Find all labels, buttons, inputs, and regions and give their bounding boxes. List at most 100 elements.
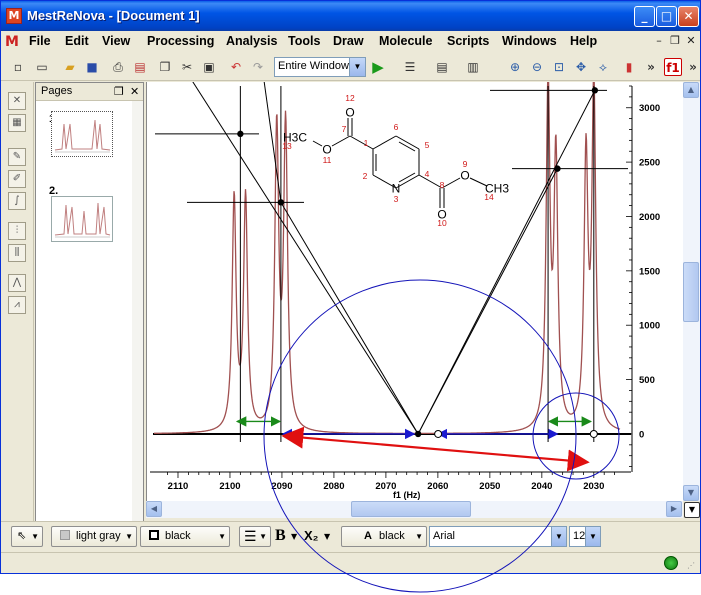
- spectrum-icon[interactable]: ▮: [620, 58, 638, 76]
- export-pdf-icon[interactable]: ▤: [131, 58, 149, 76]
- line-color-dropdown[interactable]: black ▼: [140, 526, 230, 547]
- molecule-atom-number: 3: [394, 194, 399, 204]
- chevron-down-icon[interactable]: ▼: [291, 532, 297, 541]
- x-tick-label: 2030: [583, 481, 604, 492]
- y-tick-label: 1000: [639, 321, 660, 332]
- chevron-down-icon: ▼: [551, 527, 566, 546]
- table-tool-icon[interactable]: ▦: [8, 114, 26, 132]
- save-icon[interactable]: ■: [83, 58, 101, 76]
- fit-tool-icon[interactable]: ⋀: [8, 274, 26, 292]
- f1-axis-button[interactable]: f1: [664, 58, 682, 76]
- play-icon[interactable]: ▶: [369, 58, 387, 76]
- scroll-corner-menu-icon[interactable]: ▼: [684, 502, 700, 518]
- fill-color-dropdown[interactable]: light gray ▼: [51, 526, 137, 547]
- menu-tools[interactable]: Tools: [288, 34, 320, 48]
- vertical-scroll-thumb[interactable]: [683, 262, 699, 322]
- zoom-in-icon[interactable]: ⊕: [506, 58, 524, 76]
- edit-tool-icon[interactable]: ✐: [8, 170, 26, 188]
- pages-close-button[interactable]: ✕: [130, 85, 139, 98]
- toolbar-overflow-icon[interactable]: »: [642, 58, 660, 76]
- mdi-restore-button[interactable]: ❐: [668, 33, 682, 49]
- stack-tool-icon[interactable]: ⩘: [8, 296, 26, 314]
- page-thumbnail-1[interactable]: [51, 111, 113, 157]
- chevron-down-icon: ▼: [585, 527, 600, 546]
- scroll-left-icon[interactable]: ◀: [146, 501, 162, 517]
- multiplet-tool-icon[interactable]: ⫶: [8, 222, 26, 240]
- distribute-icon[interactable]: ▥: [464, 58, 482, 76]
- menu-edit[interactable]: Edit: [65, 34, 89, 48]
- menu-scripts[interactable]: Scripts: [447, 34, 489, 48]
- bold-button[interactable]: B: [275, 527, 286, 545]
- list-options-icon[interactable]: ☰: [401, 58, 419, 76]
- document-horizontal-scrollbar[interactable]: ◀ ▶: [146, 501, 683, 518]
- new-page-icon[interactable]: ▭: [33, 58, 51, 76]
- pages-panel-header: Pages ❐ ✕: [36, 83, 143, 101]
- cut-icon[interactable]: ✂: [178, 58, 196, 76]
- pages-float-button[interactable]: ❐: [114, 85, 124, 98]
- maximize-button[interactable]: □: [656, 6, 677, 27]
- menu-view[interactable]: View: [102, 34, 130, 48]
- print-icon[interactable]: ⎙: [109, 58, 127, 76]
- scroll-right-icon[interactable]: ▶: [666, 501, 682, 517]
- menu-analysis[interactable]: Analysis: [226, 34, 277, 48]
- document-canvas[interactable]: 2110 2100 2090 2080 2070 2060 2050 2040 2030 f1 (…: [146, 67, 685, 501]
- copy-icon[interactable]: ❐: [156, 58, 174, 76]
- document-vertical-scrollbar[interactable]: ▲ ▼: [683, 82, 700, 501]
- document-menu-icon[interactable]: M: [5, 34, 21, 50]
- page-thumbnail-2[interactable]: [51, 196, 113, 242]
- font-family-select[interactable]: Arial ▼: [429, 526, 567, 547]
- open-folder-icon[interactable]: ▰: [61, 58, 79, 76]
- close-button[interactable]: ✕: [678, 6, 699, 27]
- toolbar-overflow-2-icon[interactable]: »: [684, 58, 700, 76]
- menu-molecule[interactable]: Molecule: [379, 34, 433, 48]
- chevron-down-icon: ▼: [349, 58, 365, 76]
- horizontal-scroll-thumb[interactable]: [351, 501, 471, 517]
- title-bar[interactable]: M MestReNova - [Document 1] _ □ ✕: [1, 1, 700, 31]
- chevron-down-icon: ▼: [259, 532, 267, 541]
- align-icon[interactable]: ▤: [433, 58, 451, 76]
- undo-icon[interactable]: ↶: [227, 58, 245, 76]
- y-tick-label: 500: [639, 375, 655, 386]
- mdi-close-button[interactable]: ✕: [684, 33, 698, 49]
- integrate-tool-icon[interactable]: ∫: [8, 192, 26, 210]
- menu-bar: M File Edit View Processing Analysis Too…: [1, 31, 700, 53]
- text-color-dropdown[interactable]: A black ▼: [341, 526, 427, 547]
- font-size-select[interactable]: 12 ▼: [569, 526, 601, 547]
- pages-scrollbar[interactable]: [132, 101, 143, 521]
- chevron-down-icon: ▼: [218, 532, 226, 541]
- peaks-tool-icon[interactable]: ⫼: [8, 244, 26, 262]
- scroll-up-icon[interactable]: ▲: [683, 82, 699, 98]
- menu-windows[interactable]: Windows: [502, 34, 557, 48]
- chevron-down-icon[interactable]: ▼: [324, 532, 330, 541]
- paste-icon[interactable]: ▣: [200, 58, 218, 76]
- redo-icon[interactable]: ↷: [249, 58, 267, 76]
- zoom-fit-icon[interactable]: ⊡: [550, 58, 568, 76]
- scroll-down-icon[interactable]: ▼: [683, 485, 699, 501]
- align-dropdown[interactable]: ☰ ▼: [239, 526, 271, 547]
- resize-grip-icon[interactable]: ⋰: [687, 561, 695, 570]
- zoom-out-icon[interactable]: ⊖: [528, 58, 546, 76]
- new-document-icon[interactable]: ▫: [9, 58, 27, 76]
- mdi-minimize-button[interactable]: –: [652, 33, 666, 49]
- peak-pick-icon[interactable]: ⟡: [594, 58, 612, 76]
- molecule-atom-number: 5: [425, 140, 430, 150]
- tree-node-marker: [554, 165, 561, 172]
- cursor-tool-icon[interactable]: ✕: [8, 92, 26, 110]
- molecule-atom-number: 8: [440, 180, 445, 190]
- menu-draw[interactable]: Draw: [333, 34, 364, 48]
- minimize-button[interactable]: _: [634, 6, 655, 27]
- subscript-button[interactable]: X₂: [304, 528, 318, 543]
- zoom-mode-select[interactable]: Entire Window ▼: [274, 57, 366, 77]
- line-color-label: black: [165, 530, 191, 542]
- menu-help[interactable]: Help: [570, 34, 597, 48]
- nmr-spectrum-chart[interactable]: 2110 2100 2090 2080 2070 2060 2050 2040 2030f1 (…: [147, 67, 685, 501]
- text-color-icon: A: [364, 530, 372, 542]
- pan-icon[interactable]: ✥: [572, 58, 590, 76]
- select-arrow-button[interactable]: ⇖ ▼: [11, 526, 43, 547]
- format-toolbar: ⇖ ▼ light gray ▼ black ▼ ☰ ▼ B ▼ X₂ ▼ A blac…: [1, 521, 700, 551]
- menu-processing[interactable]: Processing: [147, 34, 214, 48]
- molecule-bond: [349, 135, 374, 150]
- pencil-tool-icon[interactable]: ✎: [8, 148, 26, 166]
- fill-color-label: light gray: [76, 530, 121, 542]
- menu-file[interactable]: File: [29, 34, 51, 48]
